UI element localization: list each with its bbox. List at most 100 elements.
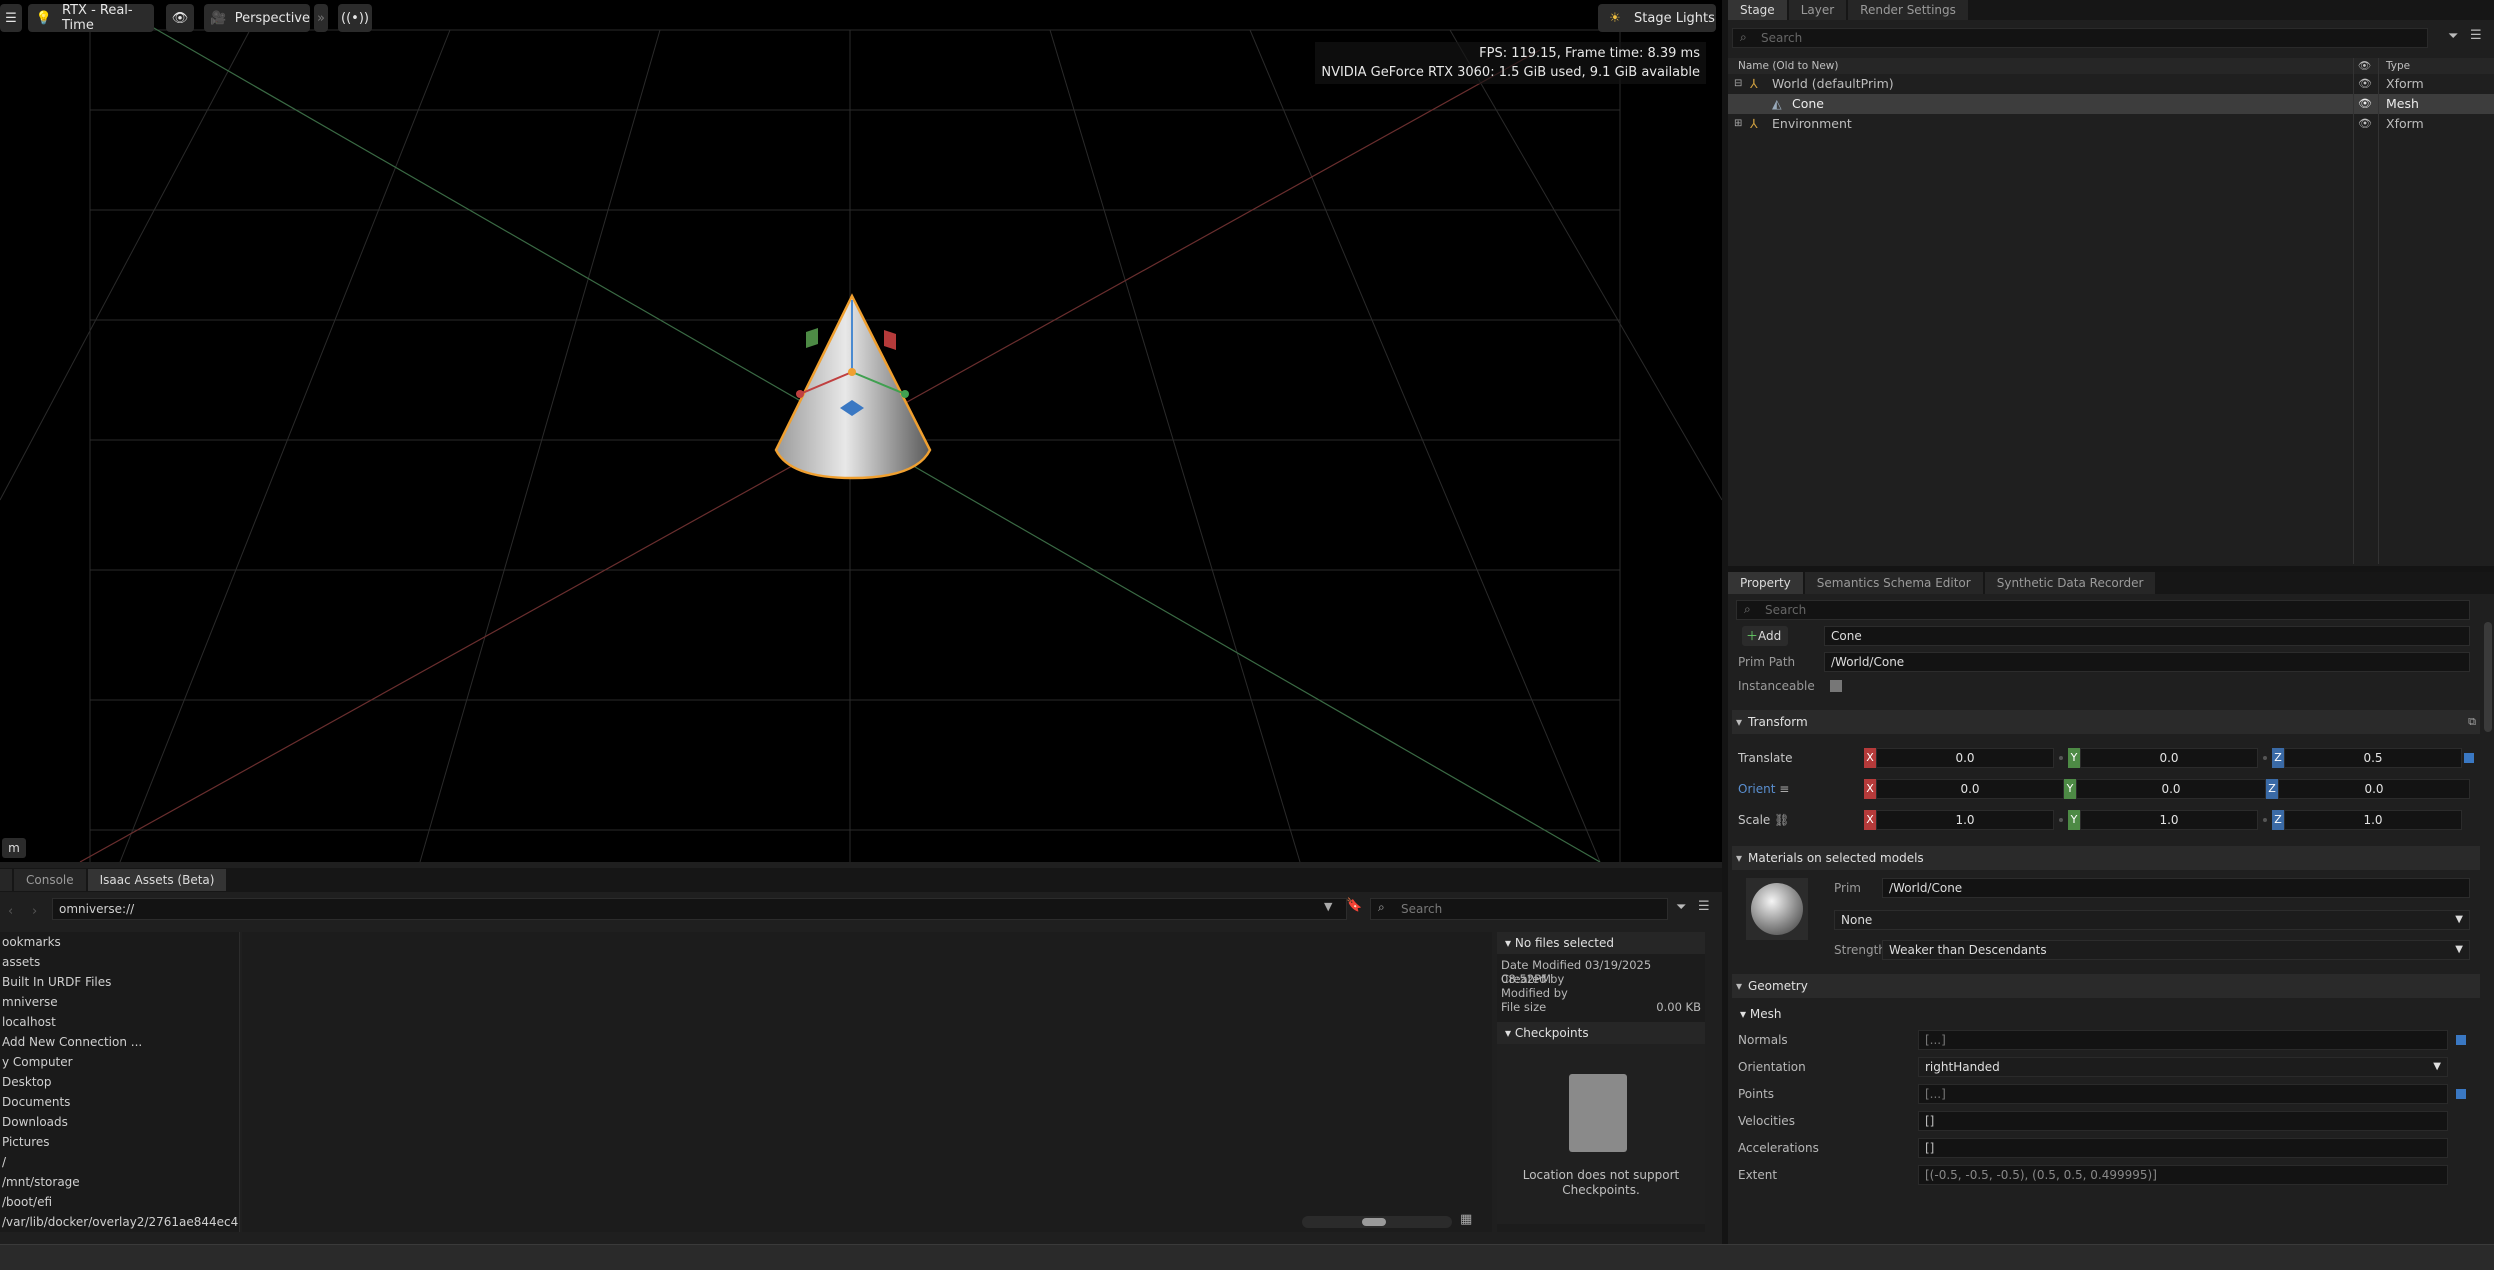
prim-path-field[interactable]: /World/Cone [1824,652,2470,672]
viewport[interactable]: ☰ 💡 RTX - Real-Time 👁 🎥 Perspective » ((… [0,0,1722,862]
translate-y-field[interactable]: 0.0 [2080,748,2258,768]
filter-icon[interactable]: ⏷ [1676,900,1686,915]
tree-item[interactable]: Built In URDF Files [0,972,239,992]
tree-item[interactable]: Documents [0,1092,239,1112]
chevron-down-icon[interactable]: ▼ [1324,900,1332,913]
transform-section-header[interactable]: Transform ⧉ [1732,710,2480,734]
path-input[interactable]: omniverse:// [52,898,1347,920]
scale-y-field[interactable]: 1.0 [2080,810,2258,830]
checkpoints-header[interactable]: ▾ Checkpoints [1497,1022,1705,1044]
instanceable-checkbox[interactable] [1830,680,1842,692]
forward-icon[interactable]: › [32,904,37,919]
tab-synthetic-data-recorder[interactable]: Synthetic Data Recorder [1984,572,2156,594]
file-info-header[interactable]: ▾ No files selected [1497,932,1705,954]
transform-options-icon[interactable]: ⧉ [2468,710,2476,734]
thumbnail-size-slider[interactable] [1302,1216,1452,1228]
eye-icon[interactable]: 👁 [2358,74,2372,94]
expand-icon[interactable]: ⊞ [1734,114,1742,134]
visibility-button[interactable]: 👁 [166,4,194,32]
extent-field[interactable]: [(-0.5, -0.5, -0.5), (0.5, 0.5, 0.499995… [1918,1165,2448,1185]
orientation-select[interactable]: rightHanded ▼ [1918,1057,2448,1077]
normals-indicator[interactable] [2456,1035,2466,1045]
camera-button[interactable]: 🎥 Perspective [204,4,310,32]
tree-item[interactable]: y Computer [0,1052,239,1072]
stage-row-world[interactable]: ⊟ ⅄ World (defaultPrim) 👁 Xform [1728,74,2494,94]
tree-item[interactable]: mniverse [0,992,239,1012]
reset-dot[interactable] [2263,818,2267,822]
tab-console[interactable]: Console [14,869,86,891]
broadcast-button[interactable]: ((•)) [338,4,372,32]
tree-item[interactable]: / [0,1152,239,1172]
column-divider[interactable] [2353,58,2354,564]
scale-x-field[interactable]: 1.0 [1876,810,2054,830]
link-icon[interactable]: ⛓ [1774,813,1789,827]
viewport-menu-button[interactable]: ☰ [0,4,22,32]
tab-semantics-schema-editor[interactable]: Semantics Schema Editor [1804,572,1983,594]
file-grid[interactable]: ▦ [242,932,1492,1232]
grid-view-icon[interactable]: ▦ [1460,1212,1472,1227]
tree-item[interactable]: Add New Connection ... [0,1032,239,1052]
tab-stage[interactable]: Stage [1728,0,1787,20]
orient-mode-icon[interactable]: ≡ [1779,782,1789,796]
materials-section-header[interactable]: Materials on selected models [1732,846,2480,870]
material-select[interactable]: None ▼ [1834,910,2470,930]
menu-icon[interactable]: ☰ [1698,899,1710,914]
material-prim-field[interactable]: /World/Cone [1882,878,2470,898]
file-search-input[interactable]: Search [1370,898,1668,920]
mesh-subsection-header[interactable]: ▾ Mesh [1740,1004,1781,1024]
tree-item[interactable]: assets [0,952,239,972]
tree-item[interactable]: /mnt/storage [0,1172,239,1192]
property-scrollbar[interactable] [2484,622,2492,732]
translate-x-field[interactable]: 0.0 [1876,748,2054,768]
scale-z-field[interactable]: 1.0 [2284,810,2462,830]
strength-select[interactable]: Weaker than Descendants ▼ [1882,940,2470,960]
tab-property[interactable]: Property [1728,572,1803,594]
points-indicator[interactable] [2456,1089,2466,1099]
reset-dot[interactable] [2263,756,2267,760]
add-button[interactable]: ＋Add [1742,626,1788,646]
tab-layer[interactable]: Layer [1788,0,1847,20]
geometry-section-header[interactable]: Geometry [1732,974,2480,998]
accelerations-field[interactable]: [] [1918,1138,2448,1158]
tree-item[interactable]: localhost [0,1012,239,1032]
more-chevron[interactable]: » [314,4,328,32]
menu-icon[interactable]: ☰ [2470,28,2482,43]
slider-handle[interactable] [1362,1218,1386,1226]
eye-icon[interactable]: 👁 [2358,114,2372,134]
tab-isaac-assets[interactable]: Isaac Assets (Beta) [87,869,227,891]
eye-icon[interactable]: 👁 [2358,94,2372,114]
col-name[interactable]: Name (Old to New) [1738,58,1838,74]
bookmark-icon[interactable]: 🔖 [1346,898,1362,913]
filter-icon[interactable]: ⏷ [2448,29,2458,44]
collapse-icon[interactable]: ⊟ [1734,74,1742,94]
property-search-input[interactable]: Search [1736,600,2470,620]
normals-field[interactable]: [...] [1918,1030,2448,1050]
stage-row-environment[interactable]: ⊞ ⅄ Environment 👁 Xform [1728,114,2494,134]
velocities-field[interactable]: [] [1918,1111,2448,1131]
orient-z-field[interactable]: 0.0 [2278,779,2470,799]
reset-dot[interactable] [2059,818,2063,822]
translate-default-indicator[interactable] [2464,753,2474,763]
tree-item[interactable]: /boot/efi [0,1192,239,1212]
prim-name-field[interactable]: Cone [1824,626,2470,646]
renderer-button[interactable]: 💡 RTX - Real-Time [28,3,154,33]
tree-item[interactable]: Pictures [0,1132,239,1152]
tree-item[interactable]: Downloads [0,1112,239,1132]
reset-dot[interactable] [2059,756,2063,760]
column-divider[interactable] [2378,58,2379,564]
tree-item[interactable]: ookmarks [0,932,239,952]
tab-render-settings[interactable]: Render Settings [1848,0,1968,20]
back-icon[interactable]: ‹ [8,904,13,919]
tree-item[interactable]: Desktop [0,1072,239,1092]
points-field[interactable]: [...] [1918,1084,2448,1104]
orient-x-field[interactable]: 0.0 [1876,779,2064,799]
col-type[interactable]: Type [2386,58,2410,74]
tree-item[interactable]: /var/lib/docker/overlay2/2761ae844ec4! [0,1212,239,1232]
viewport-corner-badge[interactable]: m [2,838,26,858]
stage-search-input[interactable]: Search [1732,28,2428,48]
stage-row-cone[interactable]: ◭ Cone 👁 Mesh [1728,94,2494,114]
translate-z-field[interactable]: 0.5 [2284,748,2462,768]
orient-y-field[interactable]: 0.0 [2076,779,2266,799]
tab-hidden[interactable] [0,869,12,891]
stage-lights-button[interactable]: ☀ Stage Lights [1598,4,1716,32]
